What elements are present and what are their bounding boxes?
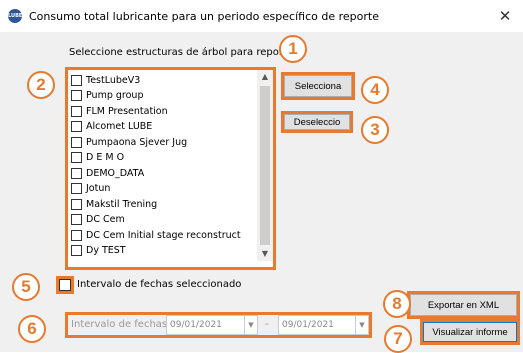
annotation-badge-2: 2 (27, 71, 55, 99)
tree-item-label: Pump group (86, 90, 144, 101)
scroll-thumb[interactable] (260, 86, 270, 245)
date-from-picker[interactable]: 09/01/2021 ▼ (166, 315, 258, 335)
tree-listbox[interactable]: TestLubeV3 Pump group FLM Presentation Alco… (68, 70, 273, 267)
tree-list-item[interactable]: Makstil Trening (71, 196, 157, 212)
tree-item-checkbox[interactable] (71, 167, 82, 179)
date-range-checkbox-label: Intervalo de fechas seleccionado (77, 279, 242, 290)
tree-section-label: Seleccione estructuras de árbol para rep… (69, 47, 294, 58)
date-to-picker[interactable]: 09/01/2021 ▼ (278, 315, 369, 335)
date-separator: - (265, 319, 269, 330)
scroll-up-icon[interactable]: ▲ (257, 70, 273, 84)
tree-item-checkbox[interactable] (71, 229, 82, 241)
annotation-badge-8: 8 (383, 290, 411, 318)
view-report-button[interactable]: Visualizar informe (423, 322, 517, 342)
app-icon: LUBE (8, 9, 22, 23)
tree-list-item[interactable]: Pumpaona Sjever Jug (71, 134, 187, 150)
tree-item-checkbox[interactable] (71, 121, 82, 132)
chevron-down-icon[interactable]: ▼ (244, 316, 257, 334)
tree-item-label: Makstil Trening (86, 198, 158, 210)
tree-item-checkbox[interactable] (71, 152, 82, 163)
tree-item-label: TestLubeV3 (86, 74, 141, 86)
annotation-badge-3: 3 (361, 116, 389, 144)
tree-item-checkbox[interactable] (71, 136, 82, 148)
date-field-label: Intervalo de fechas (71, 319, 168, 330)
tree-item-label: FLM Presentation (86, 105, 168, 117)
tree-list-item[interactable]: FLM Presentation (71, 103, 168, 119)
export-xml-button[interactable]: Exportar en XML (410, 294, 517, 316)
select-button[interactable]: Selecciona (284, 75, 352, 97)
annotation-badge-5: 5 (12, 273, 40, 301)
tree-list-item[interactable]: DC Cem (71, 212, 125, 228)
tree-item-label: DC Cem Initial stage reconstruct (86, 229, 241, 241)
annotation-badge-1: 1 (279, 35, 307, 63)
date-range-checkbox[interactable] (59, 279, 71, 291)
tree-item-label: Jotun (86, 183, 111, 194)
annotation-badge-6: 6 (18, 315, 46, 343)
tree-list-item[interactable]: TestLubeV3 (71, 72, 140, 88)
tree-item-checkbox[interactable] (71, 74, 82, 86)
annotation-badge-4: 4 (361, 76, 389, 104)
tree-list-item[interactable]: Dy TEST (71, 243, 126, 259)
tree-item-checkbox[interactable] (71, 183, 82, 194)
window-title: Consumo total lubricante para un periodo… (29, 10, 379, 23)
tree-item-label: DEMO_DATA (86, 167, 145, 179)
chevron-down-icon[interactable]: ▼ (355, 316, 368, 334)
tree-item-checkbox[interactable] (71, 90, 82, 101)
tree-list-item[interactable]: DC Cem Initial stage reconstruct (71, 227, 241, 243)
tree-item-label: Alcomet LUBE (86, 121, 153, 132)
tree-item-checkbox[interactable] (71, 214, 82, 225)
tree-list-item[interactable]: Jotun (71, 181, 110, 197)
tree-list-items: TestLubeV3 Pump group FLM Presentation Alco… (68, 70, 250, 261)
tree-list-item[interactable]: DEMO_DATA (71, 165, 144, 181)
tree-item-label: DC Cem (86, 214, 125, 225)
tree-item-label: Pumpaona Sjever Jug (86, 136, 188, 148)
tree-list-item[interactable]: Pump group (71, 88, 143, 104)
close-icon[interactable]: ✕ (494, 6, 516, 26)
tree-item-label: D E M O (86, 152, 125, 163)
deselect-button[interactable]: Deseleccio (284, 114, 350, 130)
tree-item-checkbox[interactable] (71, 245, 82, 256)
date-from-value: 09/01/2021 (170, 320, 222, 330)
scroll-down-icon[interactable]: ▼ (257, 247, 273, 261)
tree-list-item[interactable]: Alcomet LUBE (71, 119, 152, 135)
date-to-value: 09/01/2021 (282, 320, 334, 330)
tree-item-label: Dy TEST (86, 245, 126, 256)
annotation-badge-7: 7 (384, 325, 412, 353)
tree-item-checkbox[interactable] (71, 105, 82, 117)
tree-list-item[interactable]: D E M O (71, 150, 124, 166)
list-scrollbar[interactable]: ▲ ▼ (257, 70, 273, 261)
tree-item-checkbox[interactable] (71, 198, 82, 210)
